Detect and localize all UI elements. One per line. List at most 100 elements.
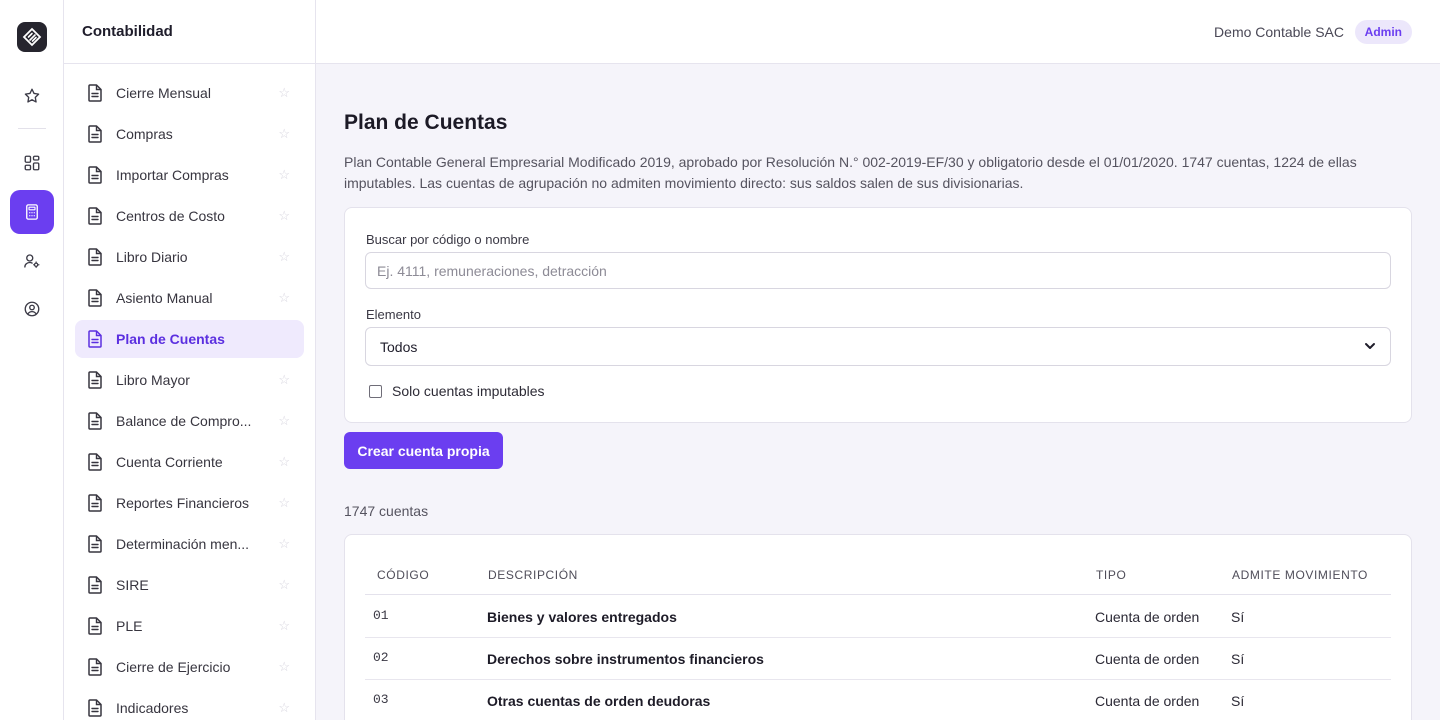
account-allows-movement: Sí	[1231, 693, 1245, 709]
sidebar-item-label: Libro Mayor	[116, 372, 190, 388]
favorite-star-icon[interactable]: ☆	[278, 372, 290, 388]
user-circle-icon[interactable]	[10, 287, 54, 331]
sidebar-item[interactable]: Libro Diario ☆	[75, 238, 304, 276]
document-icon	[88, 494, 116, 512]
user-settings-icon[interactable]	[10, 239, 54, 283]
app-rail	[0, 0, 64, 720]
sidebar-item[interactable]: Compras ☆	[75, 115, 304, 153]
sidebar-item-label: Centros de Costo	[116, 208, 225, 224]
sidebar-item[interactable]: Cierre de Ejercicio ☆	[75, 648, 304, 686]
sidebar-item-label: Compras	[116, 126, 173, 142]
document-icon	[88, 371, 116, 389]
column-header-codigo[interactable]: CÓDIGO	[377, 568, 429, 582]
sidebar-item-label: Plan de Cuentas	[116, 331, 225, 347]
filters-card: Buscar por código o nombre Elemento Todo…	[344, 207, 1412, 423]
account-code: 02	[373, 650, 389, 665]
sidebar-item[interactable]: PLE ☆	[75, 607, 304, 645]
sidebar-item[interactable]: Cuenta Corriente ☆	[75, 443, 304, 481]
sidebar-item-label: Libro Diario	[116, 249, 188, 265]
page-title: Plan de Cuentas	[344, 111, 508, 134]
sidebar-title: Contabilidad	[64, 0, 315, 64]
sidebar-item[interactable]: Determinación men... ☆	[75, 525, 304, 563]
document-icon	[88, 453, 116, 471]
document-icon	[88, 289, 116, 307]
only-imputable-toggle[interactable]: Solo cuentas imputables	[369, 383, 545, 399]
element-label: Elemento	[366, 307, 421, 322]
account-type: Cuenta de orden	[1095, 609, 1200, 625]
favorite-star-icon[interactable]: ☆	[278, 249, 290, 265]
sidebar-item[interactable]: Reportes Financieros ☆	[75, 484, 304, 522]
dashboard-icon[interactable]	[10, 141, 54, 185]
create-account-button[interactable]: Crear cuenta propia	[344, 432, 503, 469]
favorite-star-icon[interactable]: ☆	[278, 126, 290, 142]
sidebar-item-label: Cierre de Ejercicio	[116, 659, 231, 675]
favorites-star-icon[interactable]	[10, 74, 54, 118]
search-input[interactable]	[365, 252, 1391, 289]
favorite-star-icon[interactable]: ☆	[278, 290, 290, 306]
sidebar-item[interactable]: Asiento Manual ☆	[75, 279, 304, 317]
document-icon	[88, 412, 116, 430]
favorite-star-icon[interactable]: ☆	[278, 167, 290, 183]
search-label: Buscar por código o nombre	[366, 232, 530, 247]
sidebar-item-label: Cuenta Corriente	[116, 454, 223, 470]
sidebar-item-label: SIRE	[116, 577, 149, 593]
sidebar-item[interactable]: Balance de Compro... ☆	[75, 402, 304, 440]
rail-divider	[18, 128, 46, 129]
document-icon	[88, 125, 116, 143]
only-imputable-label: Solo cuentas imputables	[392, 383, 545, 399]
account-allows-movement: Sí	[1231, 651, 1245, 667]
sidebar-item[interactable]: Libro Mayor ☆	[75, 361, 304, 399]
top-bar: Demo Contable SAC Admin	[316, 0, 1440, 64]
account-type: Cuenta de orden	[1095, 651, 1200, 667]
sidebar-item-label: Indicadores	[116, 700, 189, 716]
account-description: Bienes y valores entregados	[487, 609, 677, 625]
document-icon	[88, 576, 116, 594]
sidebar-item-label: Reportes Financieros	[116, 495, 250, 511]
sidebar-item-label: Asiento Manual	[116, 290, 213, 306]
sidebar-item[interactable]: Indicadores ☆	[75, 689, 304, 720]
company-name[interactable]: Demo Contable SAC	[1214, 24, 1344, 40]
favorite-star-icon[interactable]: ☆	[278, 85, 290, 101]
table-header: CÓDIGO DESCRIPCIÓN TIPO ADMITE MOVIMIENT…	[365, 535, 1391, 595]
document-icon	[88, 330, 116, 348]
element-select[interactable]: Todos	[365, 327, 1391, 366]
column-header-tipo[interactable]: TIPO	[1096, 568, 1126, 582]
favorite-star-icon[interactable]: ☆	[278, 577, 290, 593]
document-icon	[88, 248, 116, 266]
account-description: Otras cuentas de orden deudoras	[487, 693, 711, 709]
favorite-star-icon[interactable]: ☆	[278, 700, 290, 716]
table-row[interactable]: 01 Bienes y valores entregados Cuenta de o…	[365, 596, 1391, 638]
results-count: 1747 cuentas	[344, 503, 429, 519]
document-icon	[88, 658, 116, 676]
column-header-admite-movimiento[interactable]: ADMITE MOVIMIENTO	[1232, 568, 1368, 582]
favorite-star-icon[interactable]: ☆	[278, 536, 290, 552]
sidebar-item-label: Importar Compras	[116, 167, 229, 183]
sidebar-item[interactable]: SIRE ☆	[75, 566, 304, 604]
table-row[interactable]: 03 Otras cuentas de orden deudoras Cuenta …	[365, 680, 1391, 720]
document-icon	[88, 535, 116, 553]
column-header-descripcion[interactable]: DESCRIPCIÓN	[488, 568, 578, 582]
sidebar-item[interactable]: Importar Compras ☆	[75, 156, 304, 194]
only-imputable-checkbox[interactable]	[369, 384, 382, 398]
document-icon	[88, 699, 116, 717]
table-row[interactable]: 02 Derechos sobre instrumentos financiero…	[365, 638, 1391, 680]
calculator-icon[interactable]	[10, 190, 54, 234]
favorite-star-icon[interactable]: ☆	[278, 454, 290, 470]
role-badge: Admin	[1354, 20, 1412, 44]
accounts-table: CÓDIGO DESCRIPCIÓN TIPO ADMITE MOVIMIENT…	[344, 534, 1412, 720]
favorite-star-icon[interactable]: ☆	[278, 208, 290, 224]
sidebar-item-label: Cierre Mensual	[116, 85, 211, 101]
sidebar-item[interactable]: Centros de Costo ☆	[75, 197, 304, 235]
sidebar-item[interactable]: Plan de Cuentas ☆	[75, 320, 304, 358]
account-code: 01	[373, 608, 389, 623]
favorite-star-icon[interactable]: ☆	[278, 618, 290, 634]
favorite-star-icon[interactable]: ☆	[278, 413, 290, 429]
favorite-star-icon[interactable]: ☆	[278, 495, 290, 511]
document-icon	[88, 207, 116, 225]
app-logo-icon[interactable]	[17, 22, 47, 52]
favorite-star-icon[interactable]: ☆	[278, 659, 290, 675]
chevron-down-icon	[1364, 339, 1376, 355]
sidebar-item[interactable]: Cierre Mensual ☆	[75, 74, 304, 112]
page-description: Plan Contable General Empresarial Modifi…	[344, 154, 1357, 191]
favorite-star-icon[interactable]: ☆	[278, 331, 290, 347]
